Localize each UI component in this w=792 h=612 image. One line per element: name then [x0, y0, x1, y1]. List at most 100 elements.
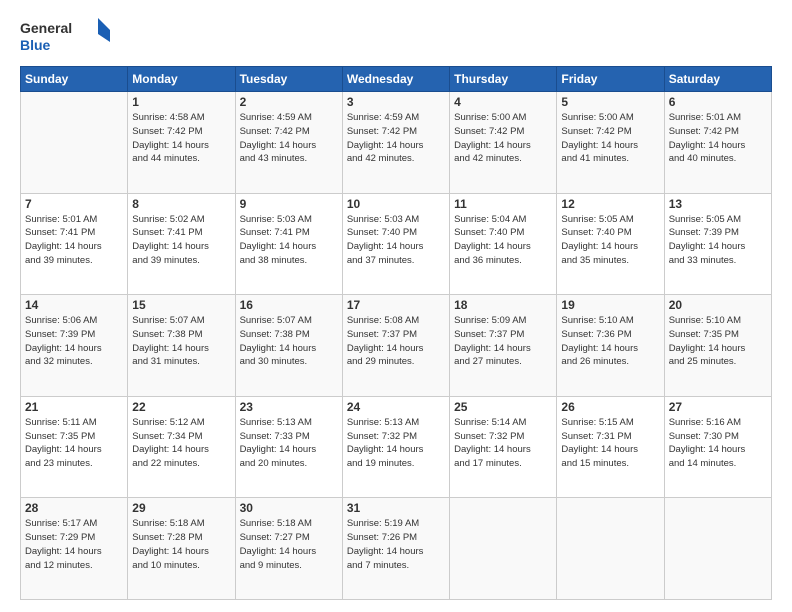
calendar-cell: 30 Sunrise: 5:18 AMSunset: 7:27 PMDayligh… [235, 498, 342, 600]
page: General Blue SundayMondayTuesdayWednesda… [0, 0, 792, 612]
week-row-3: 14Sunrise: 5:06 AMSunset: 7:39 PMDayligh… [21, 295, 772, 397]
day-number: 18 [454, 298, 552, 312]
weekday-header-row: SundayMondayTuesdayWednesdayThursdayFrid… [21, 67, 772, 92]
calendar-cell: 6 Sunrise: 5:01 AMSunset: 7:42 PMDaylight… [664, 92, 771, 194]
calendar-cell: 27Sunrise: 5:16 AMSunset: 7:30 PMDayligh… [664, 396, 771, 498]
day-info: Sunrise: 5:10 AMSunset: 7:36 PMDaylight:… [561, 314, 659, 369]
day-info: Sunrise: 5:04 AMSunset: 7:40 PMDaylight:… [454, 213, 552, 268]
day-number: 30 [240, 501, 338, 515]
day-number: 2 [240, 95, 338, 109]
day-info: Sunrise: 5:02 AMSunset: 7:41 PMDaylight:… [132, 213, 230, 268]
day-number: 26 [561, 400, 659, 414]
weekday-header-tuesday: Tuesday [235, 67, 342, 92]
day-number: 3 [347, 95, 445, 109]
logo-icon: General Blue [20, 16, 110, 56]
day-number: 9 [240, 197, 338, 211]
day-info: Sunrise: 5:00 AMSunset: 7:42 PMDaylight:… [454, 111, 552, 166]
calendar-cell: 1 Sunrise: 4:58 AMSunset: 7:42 PMDaylight… [128, 92, 235, 194]
weekday-header-saturday: Saturday [664, 67, 771, 92]
day-number: 22 [132, 400, 230, 414]
calendar-table: SundayMondayTuesdayWednesdayThursdayFrid… [20, 66, 772, 600]
day-number: 31 [347, 501, 445, 515]
day-info: Sunrise: 5:11 AMSunset: 7:35 PMDaylight:… [25, 416, 123, 471]
day-number: 27 [669, 400, 767, 414]
day-number: 19 [561, 298, 659, 312]
svg-text:General: General [20, 20, 72, 36]
day-info: Sunrise: 5:18 AMSunset: 7:28 PMDaylight:… [132, 517, 230, 572]
day-number: 5 [561, 95, 659, 109]
calendar-cell [21, 92, 128, 194]
weekday-header-monday: Monday [128, 67, 235, 92]
day-info: Sunrise: 5:14 AMSunset: 7:32 PMDaylight:… [454, 416, 552, 471]
calendar-cell [450, 498, 557, 600]
calendar-cell: 18 Sunrise: 5:09 AMSunset: 7:37 PMDayligh… [450, 295, 557, 397]
day-number: 14 [25, 298, 123, 312]
day-info: Sunrise: 5:05 AMSunset: 7:40 PMDaylight:… [561, 213, 659, 268]
calendar-cell: 24 Sunrise: 5:13 AMSunset: 7:32 PMDayligh… [342, 396, 449, 498]
day-number: 15 [132, 298, 230, 312]
header: General Blue [20, 16, 772, 56]
calendar-cell: 16Sunrise: 5:07 AMSunset: 7:38 PMDayligh… [235, 295, 342, 397]
calendar-cell: 28 Sunrise: 5:17 AMSunset: 7:29 PMDayligh… [21, 498, 128, 600]
calendar-cell: 7Sunrise: 5:01 AMSunset: 7:41 PMDaylight… [21, 193, 128, 295]
day-number: 8 [132, 197, 230, 211]
day-info: Sunrise: 5:10 AMSunset: 7:35 PMDaylight:… [669, 314, 767, 369]
calendar-cell: 8 Sunrise: 5:02 AMSunset: 7:41 PMDaylight… [128, 193, 235, 295]
calendar-cell: 17Sunrise: 5:08 AMSunset: 7:37 PMDayligh… [342, 295, 449, 397]
day-number: 4 [454, 95, 552, 109]
day-info: Sunrise: 5:05 AMSunset: 7:39 PMDaylight:… [669, 213, 767, 268]
day-info: Sunrise: 5:18 AMSunset: 7:27 PMDaylight:… [240, 517, 338, 572]
day-info: Sunrise: 5:07 AMSunset: 7:38 PMDaylight:… [240, 314, 338, 369]
day-number: 25 [454, 400, 552, 414]
day-info: Sunrise: 5:12 AMSunset: 7:34 PMDaylight:… [132, 416, 230, 471]
day-number: 20 [669, 298, 767, 312]
day-number: 6 [669, 95, 767, 109]
calendar-cell: 11 Sunrise: 5:04 AMSunset: 7:40 PMDayligh… [450, 193, 557, 295]
day-info: Sunrise: 5:13 AMSunset: 7:32 PMDaylight:… [347, 416, 445, 471]
calendar-cell: 3 Sunrise: 4:59 AMSunset: 7:42 PMDaylight… [342, 92, 449, 194]
day-number: 13 [669, 197, 767, 211]
day-number: 17 [347, 298, 445, 312]
day-number: 23 [240, 400, 338, 414]
day-info: Sunrise: 5:13 AMSunset: 7:33 PMDaylight:… [240, 416, 338, 471]
calendar-cell: 21Sunrise: 5:11 AMSunset: 7:35 PMDayligh… [21, 396, 128, 498]
day-number: 28 [25, 501, 123, 515]
week-row-1: 1 Sunrise: 4:58 AMSunset: 7:42 PMDaylight… [21, 92, 772, 194]
day-number: 10 [347, 197, 445, 211]
calendar-cell [557, 498, 664, 600]
calendar-cell: 10Sunrise: 5:03 AMSunset: 7:40 PMDayligh… [342, 193, 449, 295]
day-info: Sunrise: 5:15 AMSunset: 7:31 PMDaylight:… [561, 416, 659, 471]
week-row-4: 21Sunrise: 5:11 AMSunset: 7:35 PMDayligh… [21, 396, 772, 498]
week-row-5: 28 Sunrise: 5:17 AMSunset: 7:29 PMDayligh… [21, 498, 772, 600]
day-info: Sunrise: 5:17 AMSunset: 7:29 PMDaylight:… [25, 517, 123, 572]
day-number: 7 [25, 197, 123, 211]
weekday-header-sunday: Sunday [21, 67, 128, 92]
day-info: Sunrise: 5:03 AMSunset: 7:41 PMDaylight:… [240, 213, 338, 268]
day-info: Sunrise: 4:59 AMSunset: 7:42 PMDaylight:… [347, 111, 445, 166]
calendar-cell: 14Sunrise: 5:06 AMSunset: 7:39 PMDayligh… [21, 295, 128, 397]
calendar-cell: 9 Sunrise: 5:03 AMSunset: 7:41 PMDaylight… [235, 193, 342, 295]
day-number: 24 [347, 400, 445, 414]
week-row-2: 7Sunrise: 5:01 AMSunset: 7:41 PMDaylight… [21, 193, 772, 295]
day-info: Sunrise: 5:19 AMSunset: 7:26 PMDaylight:… [347, 517, 445, 572]
day-info: Sunrise: 5:01 AMSunset: 7:42 PMDaylight:… [669, 111, 767, 166]
calendar-cell: 25 Sunrise: 5:14 AMSunset: 7:32 PMDayligh… [450, 396, 557, 498]
weekday-header-wednesday: Wednesday [342, 67, 449, 92]
calendar-cell: 20 Sunrise: 5:10 AMSunset: 7:35 PMDayligh… [664, 295, 771, 397]
day-info: Sunrise: 5:09 AMSunset: 7:37 PMDaylight:… [454, 314, 552, 369]
day-info: Sunrise: 5:00 AMSunset: 7:42 PMDaylight:… [561, 111, 659, 166]
svg-text:Blue: Blue [20, 37, 51, 53]
calendar-cell: 15Sunrise: 5:07 AMSunset: 7:38 PMDayligh… [128, 295, 235, 397]
calendar-cell: 13 Sunrise: 5:05 AMSunset: 7:39 PMDayligh… [664, 193, 771, 295]
day-info: Sunrise: 4:58 AMSunset: 7:42 PMDaylight:… [132, 111, 230, 166]
weekday-header-thursday: Thursday [450, 67, 557, 92]
day-number: 1 [132, 95, 230, 109]
calendar-cell: 31 Sunrise: 5:19 AMSunset: 7:26 PMDayligh… [342, 498, 449, 600]
logo: General Blue [20, 16, 110, 56]
weekday-header-friday: Friday [557, 67, 664, 92]
day-number: 11 [454, 197, 552, 211]
calendar-cell: 22 Sunrise: 5:12 AMSunset: 7:34 PMDayligh… [128, 396, 235, 498]
day-number: 29 [132, 501, 230, 515]
day-info: Sunrise: 4:59 AMSunset: 7:42 PMDaylight:… [240, 111, 338, 166]
calendar-cell: 29 Sunrise: 5:18 AMSunset: 7:28 PMDayligh… [128, 498, 235, 600]
